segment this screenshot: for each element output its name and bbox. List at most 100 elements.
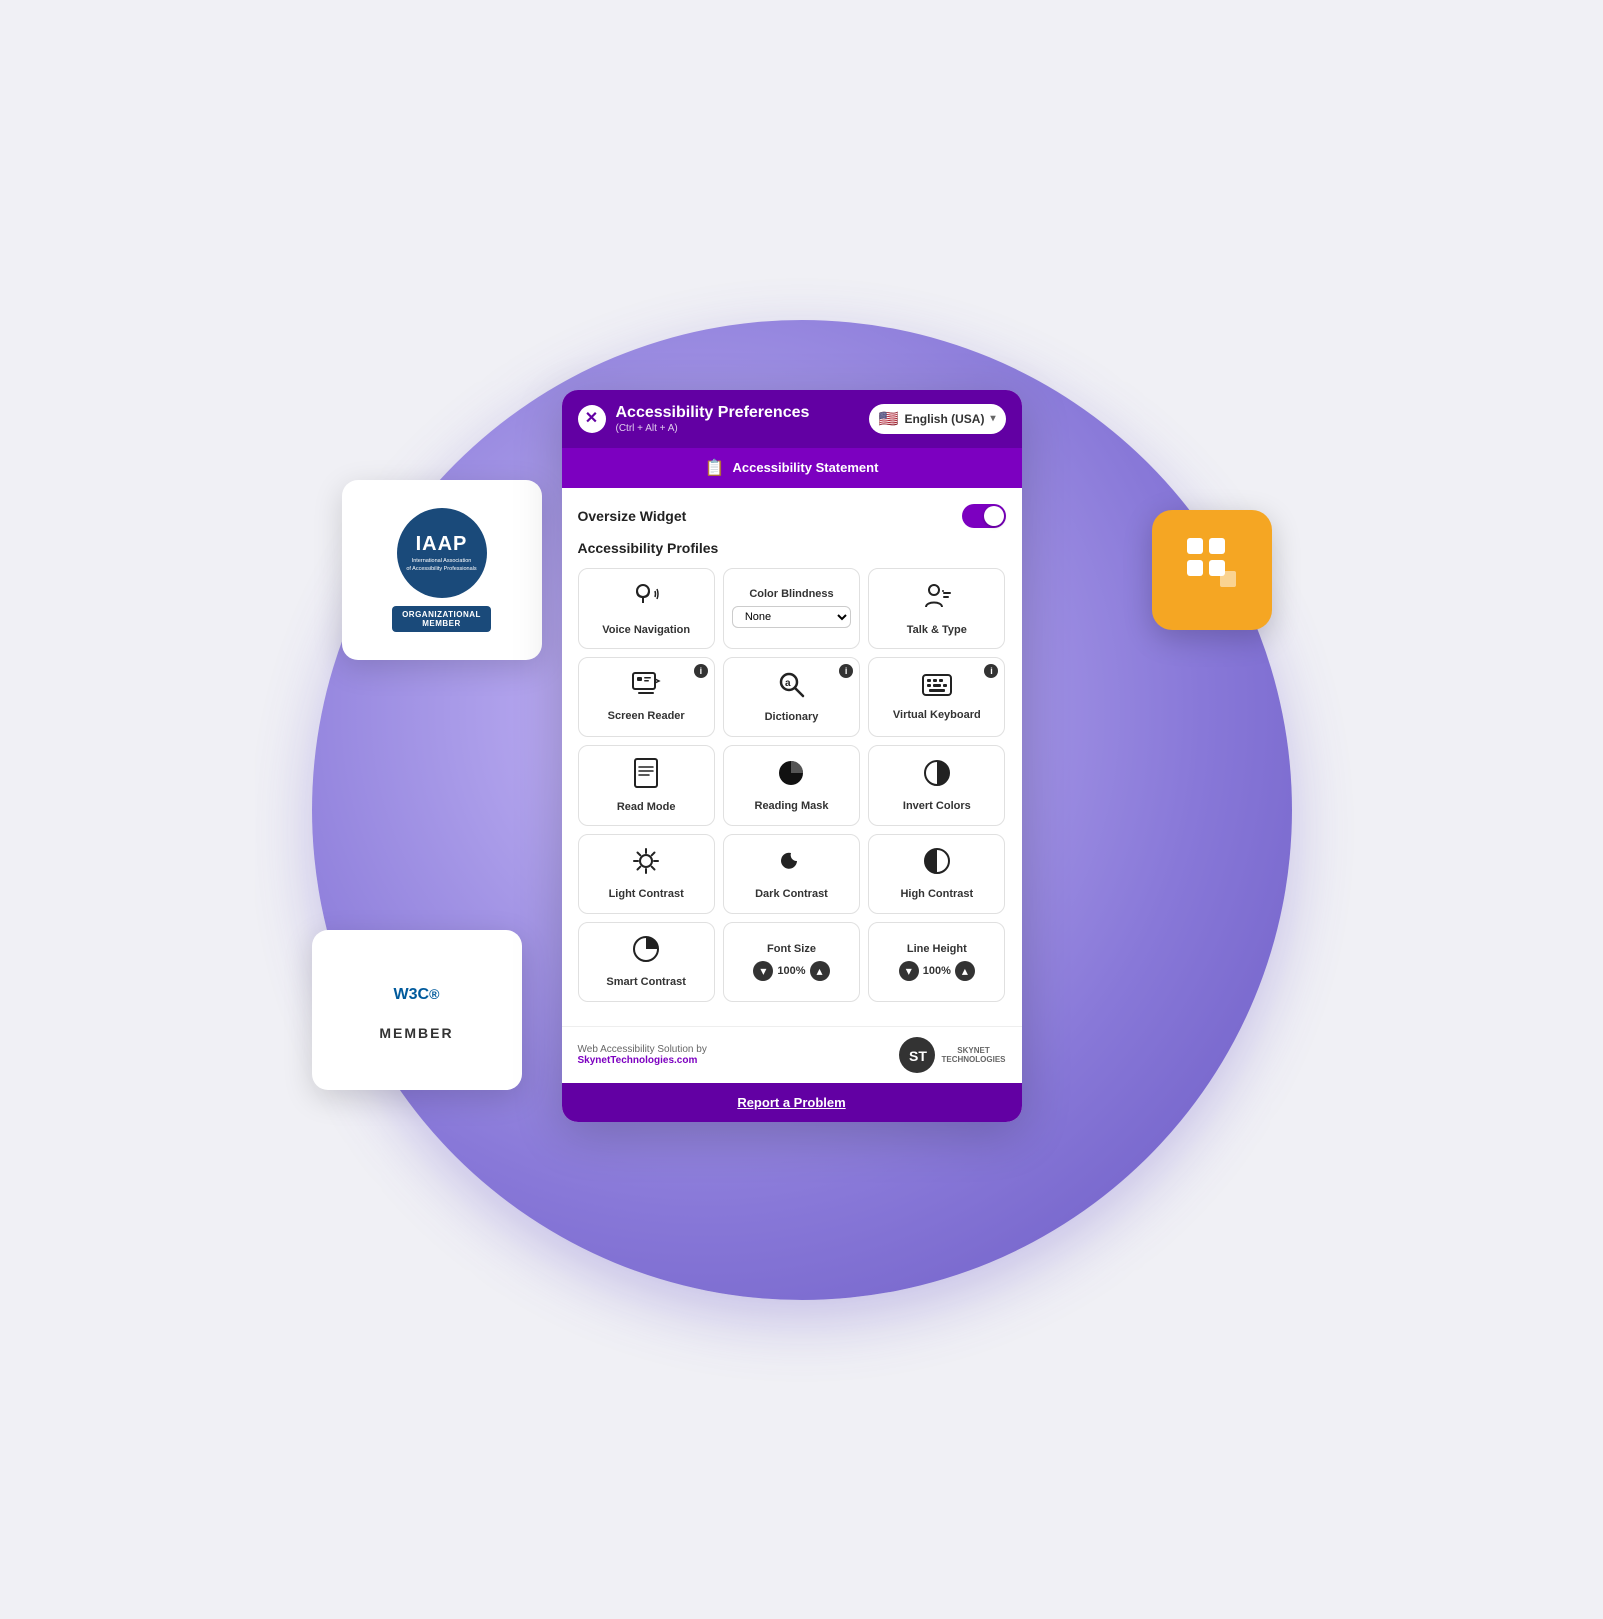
dark-contrast-icon [777,847,805,882]
option-font-size[interactable]: Font Size ▾ 100% ▴ [723,922,860,1002]
close-button[interactable]: ✕ [578,405,606,433]
virtual-keyboard-info[interactable]: i [984,664,998,678]
reading-mask-label: Reading Mask [755,800,829,812]
panel-header: ✕ Accessibility Preferences (Ctrl + Alt … [562,390,1022,448]
footer-line2: SkynetTechnologies.com [578,1055,707,1066]
option-dark-contrast[interactable]: Dark Contrast [723,834,860,914]
option-voice-navigation[interactable]: Voice Navigation [578,568,715,649]
voice-navigation-label: Voice Navigation [602,624,690,636]
option-read-mode[interactable]: Read Mode [578,745,715,826]
w3c-member: MEMBER [379,1025,453,1041]
reading-mask-icon [777,759,805,794]
iaap-title: IAAP [416,532,468,556]
screen-reader-label: Screen Reader [608,710,685,722]
st-label: SKYNETTECHNOLOGIES [941,1046,1005,1064]
iaap-card: IAAP International Associationof Accessi… [342,480,542,660]
option-line-height[interactable]: Line Height ▾ 100% ▴ [868,922,1005,1002]
font-size-label: Font Size [767,943,816,955]
scene: IAAP International Associationof Accessi… [252,260,1352,1360]
light-contrast-label: Light Contrast [609,888,684,900]
line-height-controls: ▾ 100% ▴ [899,961,975,981]
option-high-contrast[interactable]: High Contrast [868,834,1005,914]
talk-and-type-icon [922,581,952,618]
high-contrast-icon [923,847,951,882]
w3c-card: W3C® MEMBER [312,930,522,1090]
invert-colors-label: Invert Colors [903,800,971,812]
w3c-title: W3C [394,986,430,1003]
option-reading-mask[interactable]: Reading Mask [723,745,860,826]
option-light-contrast[interactable]: Light Contrast [578,834,715,914]
iaap-subtitle: International Associationof Accessibilit… [406,558,476,572]
options-row-5: Smart Contrast Font Size ▾ 100% ▴ Line H… [578,922,1006,1002]
iaap-logo: IAAP International Associationof Accessi… [397,508,487,598]
dictionary-icon: a [777,670,805,705]
virtual-keyboard-label: Virtual Keyboard [893,709,981,721]
panel-footer: Web Accessibility Solution by SkynetTech… [562,1026,1022,1083]
option-invert-colors[interactable]: Invert Colors [868,745,1005,826]
font-size-increase[interactable]: ▴ [810,961,830,981]
line-height-value: 100% [923,965,951,977]
color-blindness-select[interactable]: None Protanopia Deuteranopia Tritanopia [732,606,851,628]
font-size-decrease[interactable]: ▾ [753,961,773,981]
option-dictionary[interactable]: i a Dictionary [723,657,860,737]
font-size-controls: ▾ 100% ▴ [753,961,829,981]
options-row-4: Light Contrast Dark Contrast [578,834,1006,914]
statement-bar-text: Accessibility Statement [732,460,878,475]
talk-and-type-label: Talk & Type [907,624,967,636]
option-smart-contrast[interactable]: Smart Contrast [578,922,715,1002]
report-button[interactable]: Report a Problem [562,1083,1022,1122]
options-row-2: i Screen Reader i [578,657,1006,737]
color-blindness-label: Color Blindness [749,588,833,600]
read-mode-icon [633,758,659,795]
options-row-3: Read Mode Reading Mask [578,745,1006,826]
statement-bar[interactable]: 📋 Accessibility Statement [562,448,1022,488]
oversize-widget-toggle[interactable] [962,504,1006,528]
option-virtual-keyboard[interactable]: i Virtual Keyboard [868,657,1005,737]
profiles-label: Accessibility Profiles [578,540,1006,556]
accessibility-panel: ✕ Accessibility Preferences (Ctrl + Alt … [562,390,1022,1122]
option-screen-reader[interactable]: i Screen Reader [578,657,715,737]
oversize-widget-row: Oversize Widget [578,504,1006,528]
option-talk-and-type[interactable]: Talk & Type [868,568,1005,649]
virtual-keyboard-icon [922,672,952,703]
dark-contrast-label: Dark Contrast [755,888,828,900]
language-selector[interactable]: 🇺🇸 English (USA) ▾ [869,404,1006,434]
read-mode-label: Read Mode [617,801,676,813]
light-contrast-icon [632,847,660,882]
st-logo: ST [899,1037,935,1073]
w3c-sup: ® [429,986,439,1002]
line-height-decrease[interactable]: ▾ [899,961,919,981]
panel-title-group: Accessibility Preferences (Ctrl + Alt + … [616,404,810,434]
font-size-value: 100% [777,965,805,977]
close-icon: ✕ [585,411,598,427]
panel-body: Oversize Widget Accessibility Profiles [562,488,1022,1026]
footer-line1: Web Accessibility Solution by [578,1044,707,1055]
svg-text:ST: ST [909,1048,927,1064]
svg-text:a: a [785,678,791,689]
panel-header-left: ✕ Accessibility Preferences (Ctrl + Alt … [578,404,810,434]
line-height-label: Line Height [907,943,967,955]
options-row-1: Voice Navigation Color Blindness None Pr… [578,568,1006,649]
toggle-knob [984,506,1004,526]
orange-card [1152,510,1272,630]
orange-card-icon [1182,533,1242,606]
panel-title: Accessibility Preferences [616,404,810,422]
chevron-down-icon: ▾ [990,413,995,424]
lang-label: English (USA) [904,412,984,426]
option-color-blindness[interactable]: Color Blindness None Protanopia Deuteran… [723,568,860,649]
oversize-widget-label: Oversize Widget [578,508,687,524]
footer-link[interactable]: SkynetTechnologies.com [578,1055,698,1066]
panel-subtitle: (Ctrl + Alt + A) [616,423,810,434]
line-height-increase[interactable]: ▴ [955,961,975,981]
footer-logo: ST SKYNETTECHNOLOGIES [899,1037,1005,1073]
screen-reader-icon [631,671,661,704]
flag-icon: 🇺🇸 [879,409,899,429]
w3c-logo: W3C® [394,979,440,1021]
screen-reader-info[interactable]: i [694,664,708,678]
voice-navigation-icon [631,581,661,618]
dictionary-info[interactable]: i [839,664,853,678]
smart-contrast-icon [632,935,660,970]
dictionary-label: Dictionary [765,711,819,723]
statement-icon: 📋 [705,458,725,478]
invert-colors-icon [923,759,951,794]
